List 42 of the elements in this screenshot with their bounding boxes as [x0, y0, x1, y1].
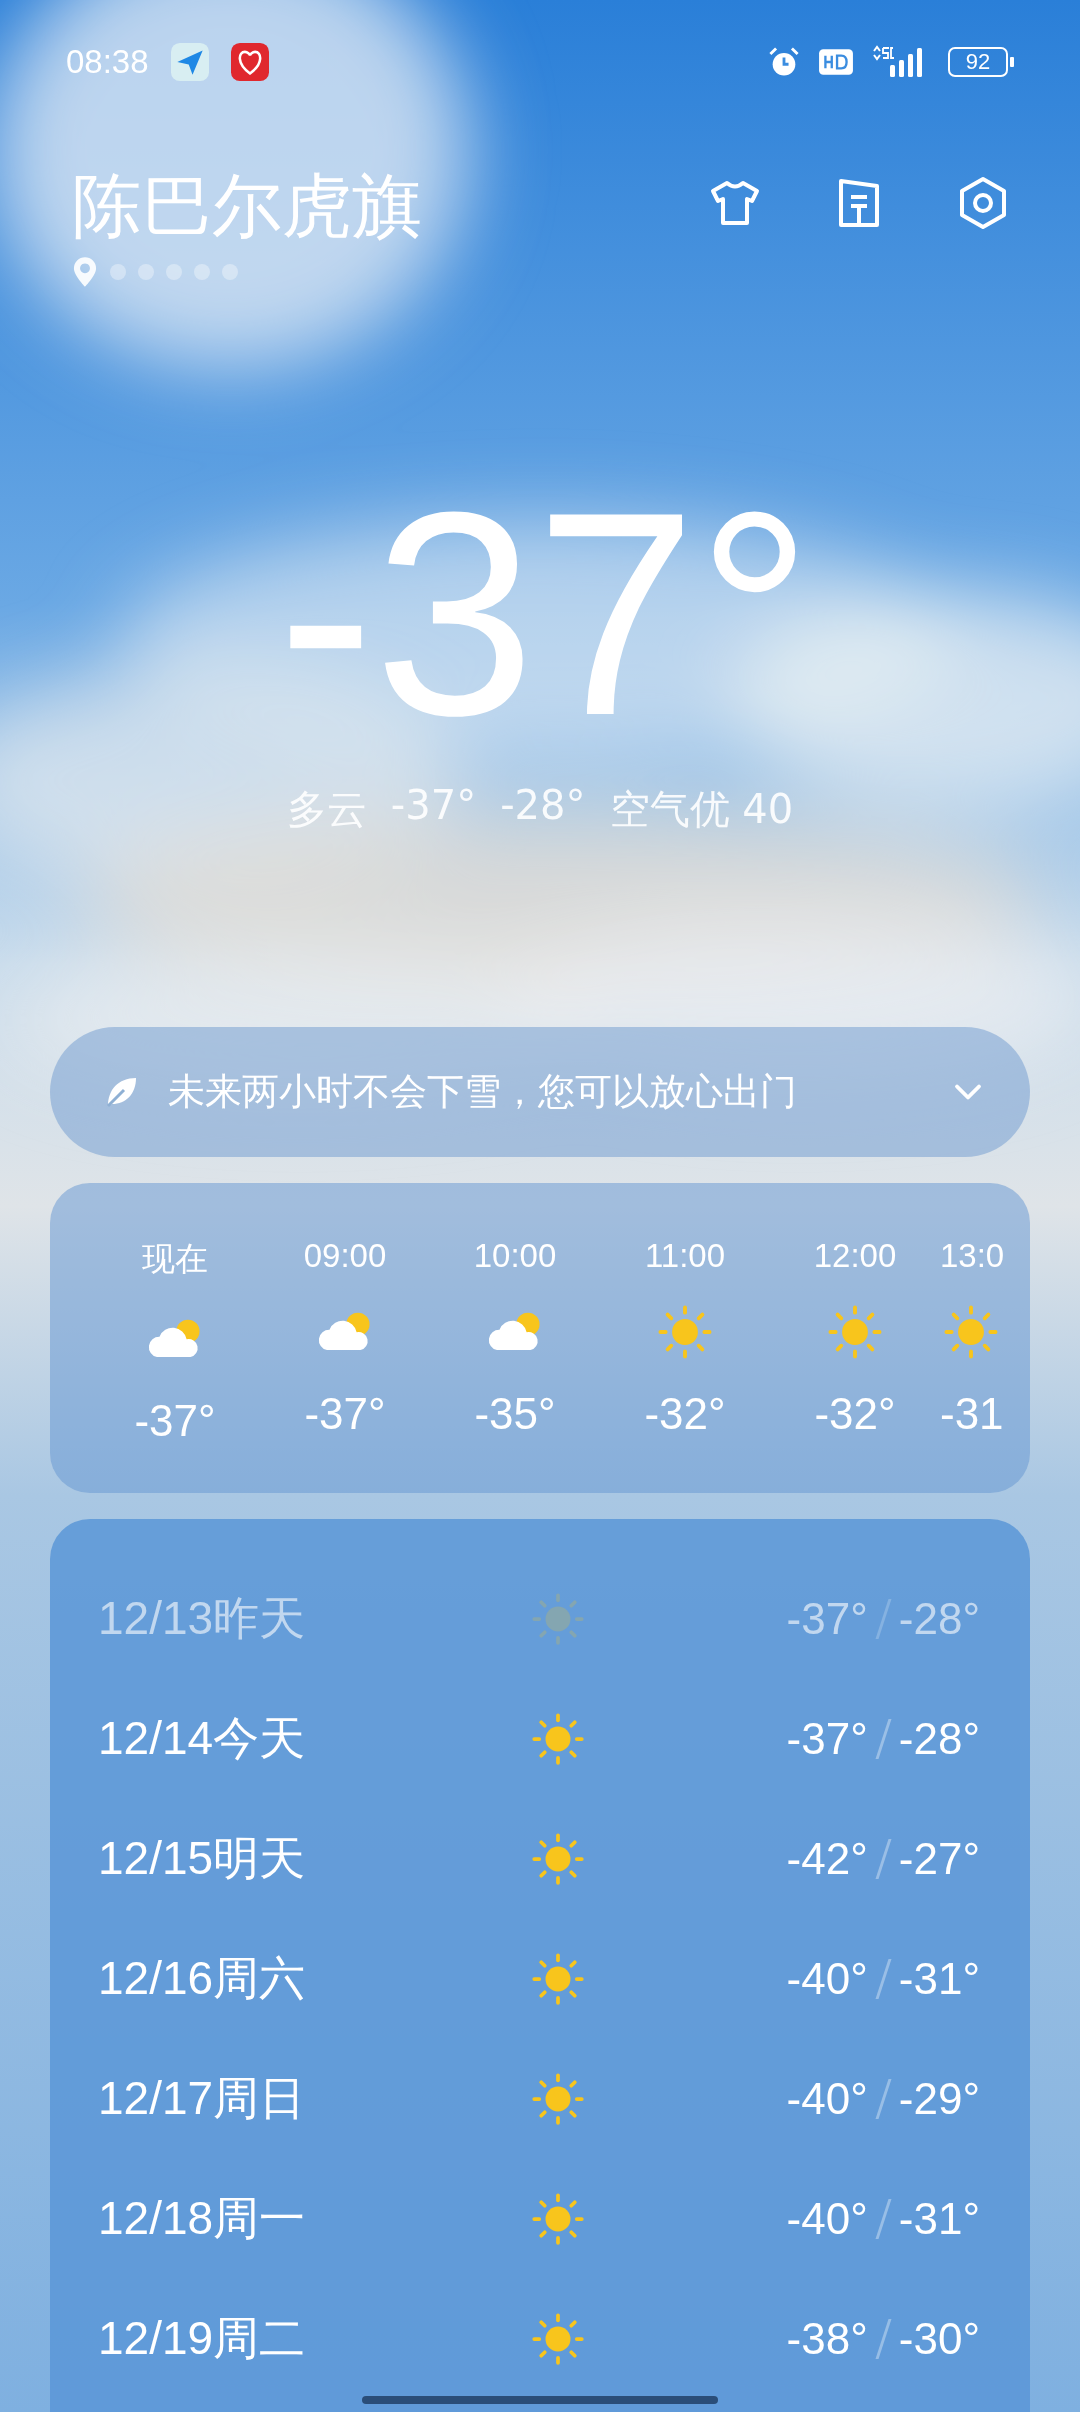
status-time: 08:38: [66, 43, 149, 81]
hour-temperature: -32°: [644, 1389, 726, 1439]
hour-time: 13:0: [940, 1237, 1005, 1275]
hour-time: 11:00: [644, 1237, 726, 1275]
day-low: -40°: [786, 2194, 868, 2244]
hour-temperature: -35°: [474, 1389, 556, 1439]
day-low: -40°: [786, 2074, 868, 2124]
day-low: -37°: [786, 1714, 868, 1764]
day-date: 12/14今天: [98, 1711, 307, 1766]
day-low: -42°: [786, 1834, 868, 1884]
low-temperature: -37°: [390, 782, 477, 830]
hour-time: 现在: [142, 1239, 208, 1279]
current-temperature: -37°: [277, 468, 813, 758]
paper-plane-app-icon: [170, 43, 209, 81]
city-name: 陈巴尔虎旗: [72, 164, 422, 248]
hour-temperature: -37°: [134, 1396, 216, 1446]
day-date: 12/13昨天: [98, 1591, 307, 1646]
hour-temperature: -31: [940, 1389, 1004, 1439]
hour-time: 10:00: [473, 1237, 557, 1275]
forecast-alert[interactable]: 未来两小时不会下雪，您可以放心出门: [50, 1027, 1030, 1157]
hour-time: 09:00: [303, 1237, 387, 1275]
day-high: -31°: [898, 2194, 980, 2244]
day-low: -38°: [786, 2314, 868, 2364]
day-date: 12/18周一: [98, 2191, 307, 2246]
heart-app-icon: [230, 43, 269, 81]
day-high: -28°: [898, 1714, 980, 1764]
day-high: -29°: [898, 2074, 980, 2124]
hour-time: 12:00: [813, 1237, 897, 1275]
hour-temperature: -32°: [814, 1389, 896, 1439]
day-high: -28°: [898, 1594, 980, 1644]
air-quality: 空气优 40: [609, 785, 794, 834]
hour-temperature: -37°: [304, 1389, 386, 1439]
day-high: -30°: [898, 2314, 980, 2364]
day-date: 12/15明天: [98, 1831, 307, 1886]
day-high: -27°: [898, 1834, 980, 1884]
day-low: -37°: [786, 1594, 868, 1644]
day-high: -31°: [898, 1954, 980, 2004]
high-temperature: -28°: [500, 782, 586, 830]
day-low: -40°: [786, 1954, 868, 2004]
day-date: 12/19周二: [98, 2311, 307, 2366]
day-date: 12/17周日: [98, 2071, 307, 2126]
day-date: 12/16周六: [98, 1951, 307, 2006]
